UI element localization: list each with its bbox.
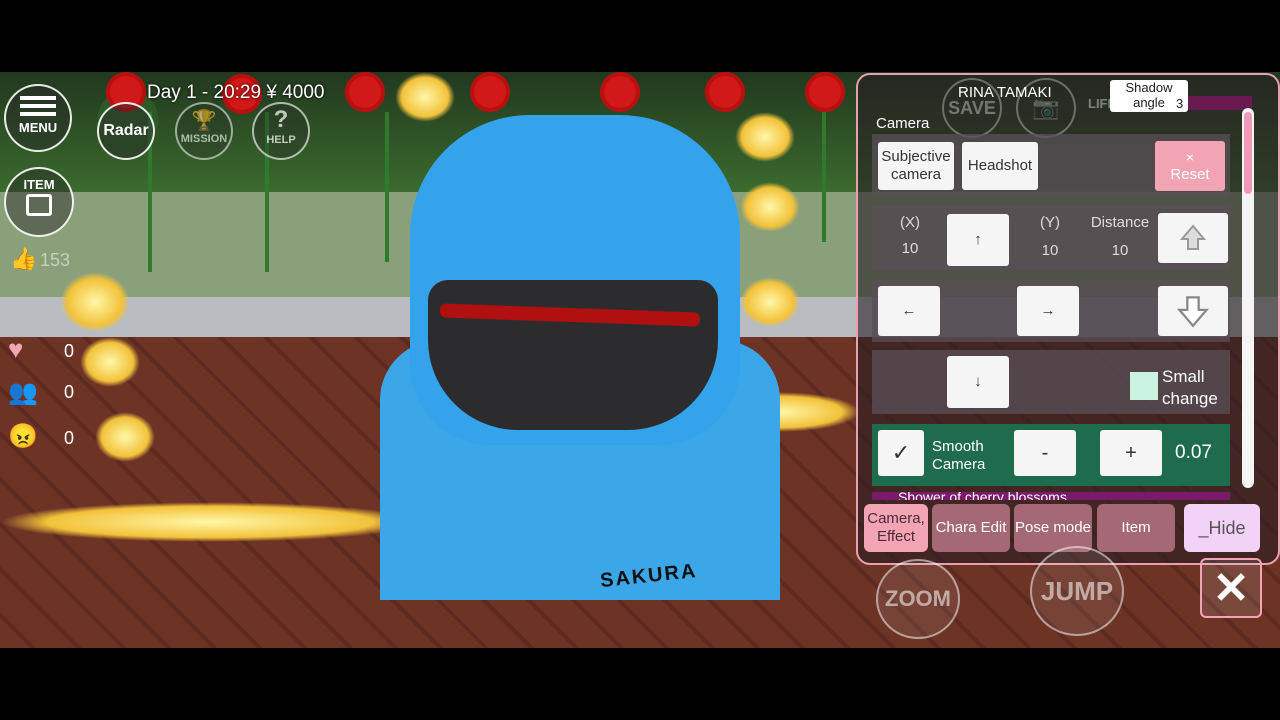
jump-label: JUMP (1040, 575, 1114, 606)
angry-count: 0 (64, 428, 75, 448)
help-button[interactable]: ? HELP (252, 102, 310, 160)
hamburger-icon (20, 96, 56, 116)
hide-button[interactable]: _Hide (1184, 504, 1260, 552)
light-glow (740, 182, 800, 232)
light-streak (0, 502, 420, 542)
light-glow (740, 277, 800, 327)
tab-pose-mode[interactable]: Pose mode (1014, 504, 1092, 552)
panel-scrollbar-thumb[interactable] (1244, 112, 1252, 194)
y-value: 10 (1041, 242, 1059, 259)
next-row-partial: Shower of cherry blossoms (872, 492, 1230, 500)
move-down-button[interactable]: ↓ (947, 356, 1009, 408)
radar-label: Radar (103, 122, 149, 139)
item-button[interactable]: ITEM (4, 167, 74, 237)
light-glow (95, 412, 155, 462)
camera-down-arrow-icon (1176, 296, 1210, 328)
move-up-button[interactable]: ↑ (947, 214, 1009, 266)
tab-camera-effect[interactable]: Camera, Effect (864, 504, 928, 552)
red-flower (600, 72, 640, 112)
reset-button[interactable]: × Reset (1155, 141, 1225, 191)
move-left-button[interactable]: ← (878, 286, 940, 336)
friends-icon: 👥 (8, 379, 38, 406)
next-row-label: Shower of cherry blossoms (898, 492, 1067, 500)
bag-icon (26, 194, 52, 216)
smooth-camera-checkbox[interactable]: ✓ (878, 430, 924, 476)
distance-label: Distance (1090, 214, 1150, 231)
y-label: (Y) (1040, 214, 1060, 231)
x-label: (X) (900, 214, 920, 231)
zoom-label: ZOOM (885, 586, 951, 611)
zoom-button[interactable]: ZOOM (876, 559, 960, 639)
shadow-angle-value: 3 (1176, 96, 1184, 111)
menu-label: MENU (18, 120, 58, 135)
mission-button[interactable]: 🏆 MISSION (175, 102, 233, 160)
camera-down-button[interactable] (1158, 286, 1228, 336)
section-title: Camera (876, 115, 930, 132)
menu-button[interactable]: MENU (4, 84, 72, 152)
letterbox-top (0, 0, 1280, 72)
red-flower (345, 72, 385, 112)
jump-button[interactable]: JUMP (1030, 546, 1124, 636)
likes-count: 153 (40, 250, 71, 270)
question-icon: ? (273, 106, 289, 133)
mission-label: MISSION (180, 133, 228, 145)
close-icon: ✕ (1212, 563, 1250, 613)
friends-count: 0 (64, 382, 75, 402)
red-flower (805, 72, 845, 112)
shadow-angle-box[interactable]: Shadow angle 3 (1110, 80, 1188, 112)
subjective-camera-button[interactable]: Subjective camera (878, 142, 954, 190)
light-glow (80, 337, 140, 387)
tab-chara-edit[interactable]: Chara Edit (932, 504, 1010, 552)
item-label: ITEM (23, 177, 55, 192)
light-glow (735, 112, 795, 162)
flower-stem (385, 112, 389, 262)
tab-item[interactable]: Item (1097, 504, 1175, 552)
smooth-camera-label: Smooth Camera (932, 438, 986, 473)
x-value: 10 (901, 240, 919, 257)
smooth-plus-button[interactable]: + (1100, 430, 1162, 476)
headshot-button[interactable]: Headshot (962, 142, 1038, 190)
thumbs-up-icon: 👍 (10, 246, 38, 271)
smooth-minus-button[interactable]: - (1014, 430, 1076, 476)
camera-up-arrow-icon (1179, 224, 1207, 250)
trophy-icon: 🏆 (191, 110, 217, 132)
reset-icon: × (1185, 149, 1195, 165)
heart-count: 0 (64, 341, 75, 361)
shadow-angle-label: Shadow angle (1125, 80, 1173, 110)
reset-label: Reset (1170, 166, 1210, 183)
help-label: HELP (266, 134, 296, 146)
robot-visor (428, 280, 718, 430)
red-flower (705, 72, 745, 112)
move-right-button[interactable]: → (1017, 286, 1079, 336)
red-flower (470, 72, 510, 112)
camera-up-button[interactable] (1158, 213, 1228, 263)
radar-button[interactable]: Radar (97, 102, 155, 160)
smooth-value: 0.07 (1175, 442, 1212, 463)
close-button[interactable]: ✕ (1200, 558, 1262, 618)
heart-icon: ♥ (8, 334, 24, 364)
light-glow (60, 272, 130, 332)
character-name: RINA TAMAKI (958, 84, 1052, 101)
day-time-money: Day 1 - 20:29 ¥ 4000 (147, 82, 325, 103)
small-change-checkbox[interactable] (1130, 372, 1158, 400)
angry-face-icon: 😠 (8, 423, 38, 450)
light-glow (395, 72, 455, 122)
distance-value: 10 (1111, 242, 1129, 259)
letterbox-bottom (0, 648, 1280, 720)
flower-stem (822, 102, 826, 242)
small-change-label: Small change (1162, 367, 1218, 408)
